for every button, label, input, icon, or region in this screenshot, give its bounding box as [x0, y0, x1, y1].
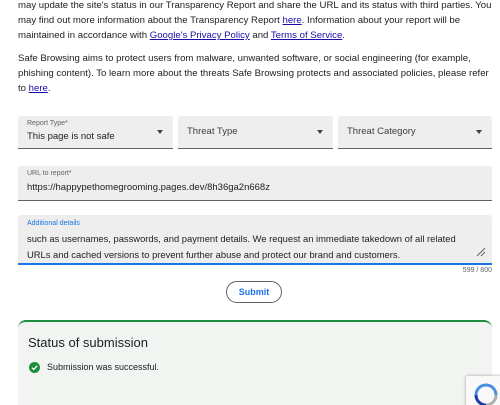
threat-type-placeholder: Threat Type	[187, 126, 238, 137]
recaptcha-badge[interactable]	[466, 376, 500, 405]
check-circle-icon	[29, 362, 40, 373]
report-type-label: Report Type*	[27, 120, 68, 127]
threat-category-select[interactable]: Threat Category	[338, 116, 492, 149]
policies-link[interactable]: here	[29, 83, 48, 94]
additional-details-value: such as usernames, passwords, and paymen…	[27, 233, 456, 260]
url-field-label: URL to report*	[27, 170, 72, 177]
resize-grip-icon[interactable]	[476, 247, 486, 257]
additional-details-textarea[interactable]: Additional details such as usernames, pa…	[18, 215, 492, 265]
paragraph-text: and	[249, 30, 271, 41]
privacy-policy-link[interactable]: Google's Privacy Policy	[150, 30, 250, 41]
additional-details-label: Additional details	[27, 220, 80, 227]
threat-type-select[interactable]: Threat Type	[178, 116, 333, 149]
transparency-report-link[interactable]: here	[283, 15, 302, 26]
threat-category-placeholder: Threat Category	[347, 126, 416, 137]
recaptcha-icon	[474, 383, 498, 405]
report-type-value: This page is not safe	[27, 131, 115, 142]
terms-of-service-link[interactable]: Terms of Service	[271, 30, 342, 41]
paragraph-text: .	[47, 83, 51, 94]
url-field-value: https://happypethomegrooming.pages.dev/8…	[27, 182, 270, 193]
caret-down-icon	[476, 130, 482, 134]
submission-status-card: Status of submission Submission was succ…	[18, 320, 492, 405]
url-field[interactable]: URL to report* https://happypethomegroom…	[18, 166, 492, 201]
report-page: may update the site's status in our Tran…	[0, 0, 500, 405]
status-title: Status of submission	[28, 335, 148, 350]
status-message: Submission was successful.	[47, 362, 160, 372]
transparency-paragraph: may update the site's status in our Tran…	[18, 0, 492, 43]
submit-button[interactable]: Submit	[226, 281, 282, 303]
paragraph-text: Safe Browsing aims to protect users from…	[18, 53, 489, 94]
caret-down-icon	[157, 130, 163, 134]
safe-browsing-paragraph: Safe Browsing aims to protect users from…	[18, 51, 492, 96]
report-type-select[interactable]: Report Type* This page is not safe	[18, 116, 173, 149]
character-counter: 599 / 800	[462, 267, 492, 274]
paragraph-text: .	[342, 30, 345, 41]
caret-down-icon	[317, 130, 323, 134]
